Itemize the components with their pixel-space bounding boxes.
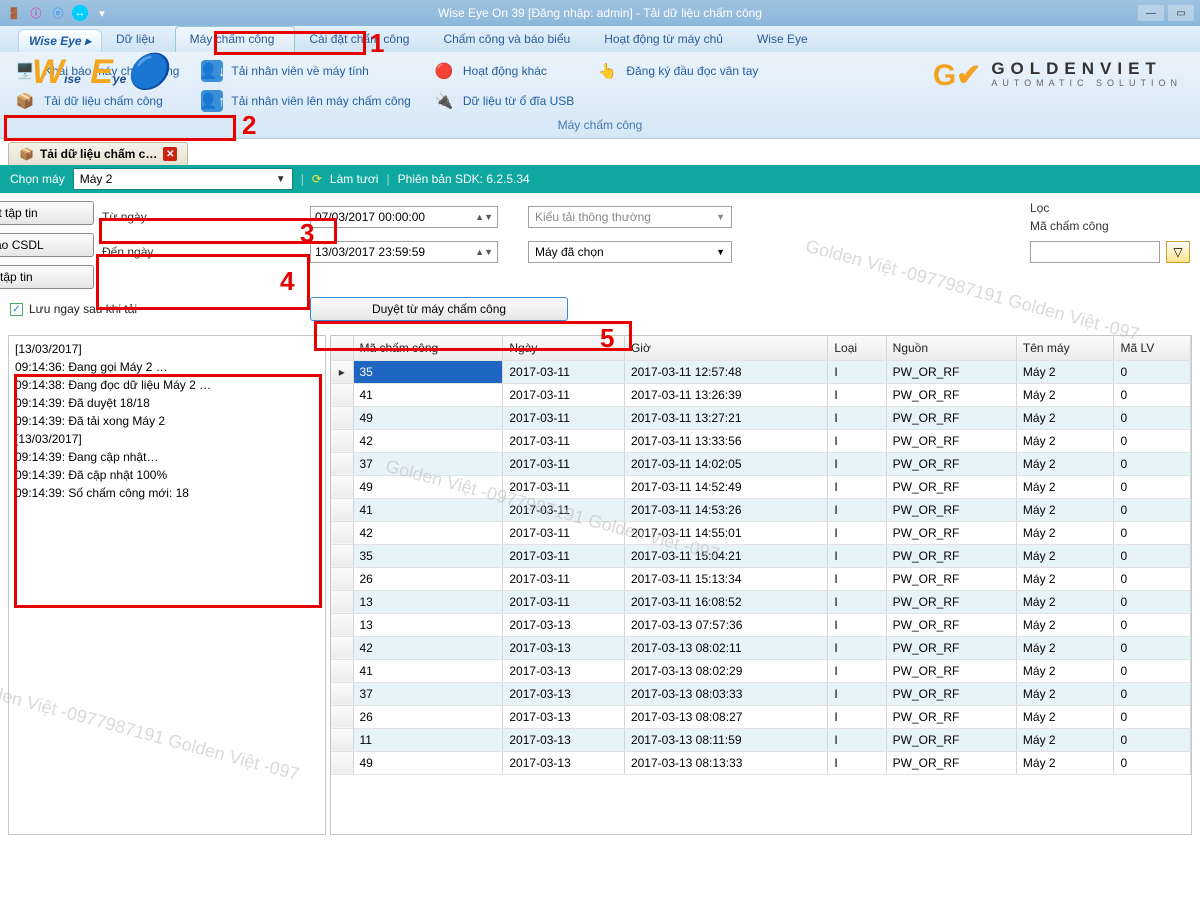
ribbon-other-activity[interactable]: 🔴Hoạt động khác xyxy=(433,60,574,82)
ribbon-declare-machine[interactable]: 🖥️Khai báo máy chấm công xyxy=(14,60,179,82)
pie-icon: 🔴 xyxy=(433,60,455,82)
close-tab-icon[interactable]: ✕ xyxy=(163,147,177,161)
monitor-icon: 🖥️ xyxy=(14,60,36,82)
menu-wiseeye[interactable]: Wise Eye xyxy=(743,27,828,52)
menu-server[interactable]: Hoạt động từ máy chủ xyxy=(590,27,743,52)
load-type-combo[interactable]: Kiểu tải thông thường▼ xyxy=(528,206,732,228)
sdk-version: Phiên bản SDK: 6.2.5.34 xyxy=(398,172,530,186)
browse-file-button[interactable]: Duyệt tập tin xyxy=(0,201,94,225)
ribbon-download-employee[interactable]: 👤↓Tải nhân viên về máy tính xyxy=(201,60,410,82)
log-output: [13/03/2017] 09:14:36: Đang gọi Máy 2 … … xyxy=(8,335,326,835)
choose-machine-label: Chọn máy xyxy=(10,172,65,186)
usb-icon: 🔌 xyxy=(433,90,455,112)
browse-from-machine-button[interactable]: Duyệt từ máy chấm công xyxy=(310,297,568,321)
menu-data[interactable]: Dữ liệu xyxy=(102,27,175,52)
table-row[interactable]: 372017-03-112017-03-11 14:02:05IPW_OR_RF… xyxy=(331,452,1191,475)
titlebar: 🚪 ⓘ ⓔ ↔ ▾ Wise Eye On 39 [Đăng nhập: adm… xyxy=(0,0,1200,26)
spinner-icon[interactable]: ▲▼ xyxy=(475,212,493,222)
chevron-down-icon: ▼ xyxy=(716,247,725,257)
spinner-icon[interactable]: ▲▼ xyxy=(475,247,493,257)
ribbon-usb-data[interactable]: 🔌Dữ liệu từ ổ đĩa USB xyxy=(433,90,574,112)
table-row[interactable]: 412017-03-112017-03-11 13:26:39IPW_OR_RF… xyxy=(331,383,1191,406)
table-row[interactable]: 422017-03-112017-03-11 13:33:56IPW_OR_RF… xyxy=(331,429,1191,452)
checkbox-checked-icon: ✓ xyxy=(10,303,23,316)
table-row[interactable]: 132017-03-112017-03-11 16:08:52IPW_OR_RF… xyxy=(331,590,1191,613)
table-row[interactable]: 492017-03-132017-03-13 08:13:33IPW_OR_RF… xyxy=(331,751,1191,774)
doctab-download-data[interactable]: 📦 Tải dữ liệu chấm c… ✕ xyxy=(8,142,188,165)
machine-combo[interactable]: Máy 2▼ xyxy=(73,168,293,190)
filter-panel: Từ ngày 07/03/2017 00:00:00▲▼ Kiểu tải t… xyxy=(0,193,1200,331)
menu-settings[interactable]: Cài đặt chấm công xyxy=(295,27,429,52)
save-file-button[interactable]: Lưu tập tin xyxy=(0,265,94,289)
to-date-input[interactable]: 13/03/2017 23:59:59▲▼ xyxy=(310,241,498,263)
refresh-icon[interactable]: ⟳ xyxy=(312,172,322,186)
package-icon: 📦 xyxy=(14,90,36,112)
ribbon-upload-employee[interactable]: 👤↑Tải nhân viên lên máy chấm công xyxy=(201,90,410,112)
ribbon-group-caption: Máy chấm công xyxy=(14,118,1186,132)
chevron-down-icon: ▼ xyxy=(716,212,725,222)
chevron-down-icon: ▼ xyxy=(276,174,286,185)
table-row[interactable]: 412017-03-112017-03-11 14:53:26IPW_OR_RF… xyxy=(331,498,1191,521)
ribbon-register-fingerprint[interactable]: 👆Đăng ký đầu đọc vân tay xyxy=(596,60,758,82)
save-after-download-checkbox[interactable]: ✓ Lưu ngay sau khi tải xyxy=(10,302,302,316)
col-header[interactable]: Ngày xyxy=(503,336,625,360)
from-date-label: Từ ngày xyxy=(102,210,302,224)
brand-tab[interactable]: Wise Eye ▸ xyxy=(18,29,102,52)
table-row[interactable]: 492017-03-112017-03-11 13:27:21IPW_OR_RF… xyxy=(331,406,1191,429)
package-icon: 📦 xyxy=(19,147,34,161)
menu-report[interactable]: Chấm công và báo biểu xyxy=(429,27,590,52)
table-row[interactable]: 492017-03-112017-03-11 14:52:49IPW_OR_RF… xyxy=(331,475,1191,498)
col-header[interactable]: Giờ xyxy=(624,336,827,360)
col-header[interactable] xyxy=(331,336,353,360)
code-filter-input[interactable] xyxy=(1030,241,1160,263)
col-header[interactable]: Nguồn xyxy=(886,336,1016,360)
table-row[interactable]: 422017-03-132017-03-13 08:02:11IPW_OR_RF… xyxy=(331,636,1191,659)
table-row[interactable]: 412017-03-132017-03-13 08:02:29IPW_OR_RF… xyxy=(331,659,1191,682)
col-header[interactable]: Mã chấm công xyxy=(353,336,503,360)
code-label: Mã chấm công xyxy=(1030,219,1190,233)
ribbon-download-data[interactable]: 📦Tải dữ liệu chấm công xyxy=(14,90,179,112)
table-row[interactable]: 422017-03-112017-03-11 14:55:01IPW_OR_RF… xyxy=(331,521,1191,544)
col-header[interactable]: Loại xyxy=(828,336,886,360)
table-row[interactable]: 262017-03-132017-03-13 08:08:27IPW_OR_RF… xyxy=(331,705,1191,728)
to-date-label: Đến ngày xyxy=(102,245,302,259)
goldenviet-logo: G✔ GOLDENVIET AUTOMATIC SOLUTION xyxy=(933,58,1182,93)
fingerprint-icon: 👆 xyxy=(596,60,618,82)
from-date-input[interactable]: 07/03/2017 00:00:00▲▼ xyxy=(310,206,498,228)
table-row[interactable]: 132017-03-132017-03-13 07:57:36IPW_OR_RF… xyxy=(331,613,1191,636)
table-row[interactable]: ▸352017-03-112017-03-11 12:57:48IPW_OR_R… xyxy=(331,360,1191,383)
save-db-button[interactable]: Lưu vào CSDL xyxy=(0,233,94,257)
table-row[interactable]: 262017-03-112017-03-11 15:13:34IPW_OR_RF… xyxy=(331,567,1191,590)
refresh-button[interactable]: Làm tươi xyxy=(330,172,379,186)
table-row[interactable]: 372017-03-132017-03-13 08:03:33IPW_OR_RF… xyxy=(331,682,1191,705)
window-title: Wise Eye On 39 [Đăng nhập: admin] - Tải … xyxy=(0,6,1200,20)
gv-mark-icon: G✔ xyxy=(933,58,981,93)
table-row[interactable]: 112017-03-132017-03-13 08:11:59IPW_OR_RF… xyxy=(331,728,1191,751)
ribbon: 🖥️Khai báo máy chấm công 📦Tải dữ liệu ch… xyxy=(0,52,1200,139)
filter-dropdown-button[interactable]: ▽ xyxy=(1166,241,1190,263)
user-down-icon: 👤↓ xyxy=(201,60,223,82)
col-header[interactable]: Tên máy xyxy=(1016,336,1114,360)
main-menu: Wise Eye ▸ Dữ liệu Máy chấm công Cài đặt… xyxy=(0,26,1200,52)
toolstrip: Chọn máy Máy 2▼ | ⟳ Làm tươi | Phiên bản… xyxy=(0,165,1200,193)
menu-machine[interactable]: Máy chấm công xyxy=(175,26,296,52)
table-row[interactable]: 352017-03-112017-03-11 15:04:21IPW_OR_RF… xyxy=(331,544,1191,567)
document-tabs: 📦 Tải dữ liệu chấm c… ✕ xyxy=(0,139,1200,165)
col-header[interactable]: Mã LV xyxy=(1114,336,1191,360)
attendance-table[interactable]: Mã chấm côngNgàyGiờLoạiNguồnTên máyMã LV… xyxy=(330,335,1192,835)
machine-selected-combo[interactable]: Máy đã chọn▼ xyxy=(528,241,732,263)
user-up-icon: 👤↑ xyxy=(201,90,223,112)
filter-group-label: Lọc xyxy=(1030,201,1190,215)
